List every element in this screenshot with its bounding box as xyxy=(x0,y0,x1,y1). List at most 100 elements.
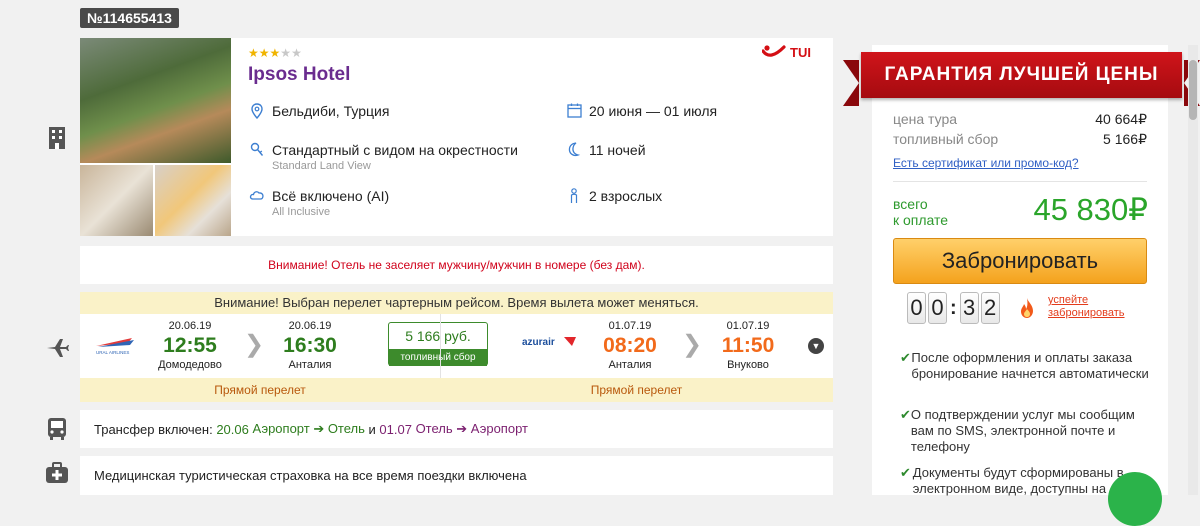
hotel-room-row: Стандартный с видом на окрестности Stand… xyxy=(248,142,518,172)
moon-icon xyxy=(565,142,583,160)
tour-nights: 11 ночей xyxy=(589,142,646,158)
chevron-right-icon: ❯ xyxy=(682,331,703,358)
outbound-dep-time: 12:55 xyxy=(163,334,217,357)
booking-note: ✔ О подтверждении услуг мы сообщим вам п… xyxy=(900,407,1150,455)
transfer-separator: и xyxy=(364,421,380,437)
best-price-ribbon: ГАРАНТИЯ ЛУЧШЕЙ ЦЕНЫ xyxy=(843,52,1200,106)
booking-note: ✔ После оформления и оплаты заказа брони… xyxy=(900,350,1150,382)
total-label-line-1: всего xyxy=(893,196,928,212)
calendar-icon xyxy=(565,103,583,121)
inbound-arr-date: 01.07.19 xyxy=(726,320,770,332)
charter-warning-banner: Внимание! Выбран перелет чартерным рейсо… xyxy=(80,292,833,314)
tour-nights-row: 11 ночей xyxy=(565,142,646,160)
tour-price-label: цена тура xyxy=(893,111,958,127)
hotel-location: Бельдиби, Турция xyxy=(272,103,390,119)
hotel-meal-row: Всё включено (AI) All Inclusive xyxy=(248,188,389,218)
scrollbar-thumb[interactable] xyxy=(1189,60,1197,120)
price-divider xyxy=(893,181,1147,182)
fuel-surcharge-price: 5 166 руб. xyxy=(405,328,471,344)
transfer-info: Трансфер включен: 20.06 Аэропорт ➔ Отель… xyxy=(80,410,833,448)
tour-price-value: 40 664₽ xyxy=(1095,111,1147,127)
tui-smile-icon xyxy=(762,45,786,57)
cloud-icon xyxy=(248,188,266,205)
transfer-in-date: 01.07 xyxy=(379,421,412,437)
airplane-icon xyxy=(42,332,72,362)
hotel-warning: Внимание! Отель не заселяет мужчину/мужч… xyxy=(80,246,833,284)
booking-note-text: О подтверждении услуг мы сообщим вам по … xyxy=(910,407,1135,454)
flight-options-dropdown-icon[interactable]: ▼ xyxy=(808,338,824,354)
hurry-line-1: успейте xyxy=(1048,294,1089,306)
check-icon: ✔ xyxy=(900,350,911,365)
outbound-dep-date: 20.06.19 xyxy=(168,320,212,332)
hurry-line-2: забронировать xyxy=(1048,307,1125,319)
hotel-meal-en: All Inclusive xyxy=(272,206,331,218)
hotel-room: Стандартный с видом на окрестности xyxy=(272,142,518,158)
transfer-out-route: Аэропорт ➔ Отель xyxy=(248,421,365,436)
outbound-flight-type: Прямой перелет xyxy=(214,383,306,397)
inbound-dep-airport: Анталия xyxy=(608,359,652,371)
fuel-surcharge-label: топливный сбор xyxy=(389,349,487,366)
fuel-fee-value: 5 166₽ xyxy=(1103,131,1147,147)
hurry-book-link[interactable]: успейте забронировать xyxy=(1048,294,1125,320)
inbound-flight-type: Прямой перелет xyxy=(590,383,683,397)
hotel-photo-room-1[interactable] xyxy=(80,165,153,236)
hotel-photo-main[interactable] xyxy=(80,38,231,163)
total-label: всего к оплате xyxy=(893,196,948,228)
flight-divider xyxy=(440,314,441,378)
star-filled-icon: ★ xyxy=(269,46,281,60)
flight-type-row: Прямой перелет Прямой перелет xyxy=(80,378,833,402)
ural-airlines-logo: URAL AIRLINES xyxy=(88,334,143,356)
tour-guests-row: 2 взрослых xyxy=(565,188,662,207)
key-icon xyxy=(248,142,266,161)
fuel-surcharge-box: 5 166 руб. топливный сбор xyxy=(388,322,488,366)
inbound-dep-date: 01.07.19 xyxy=(608,320,652,332)
best-price-ribbon-text: ГАРАНТИЯ ЛУЧШЕЙ ЦЕНЫ xyxy=(861,52,1182,98)
outbound-arr-time: 16:30 xyxy=(283,334,337,357)
airline-logo-text: azurair xyxy=(522,337,555,348)
check-icon: ✔ xyxy=(900,465,911,480)
star-filled-icon: ★ xyxy=(258,46,270,60)
inbound-arr-airport: Внуково xyxy=(727,359,769,371)
outbound-arr-date: 20.06.19 xyxy=(288,320,332,332)
chat-widget-icon[interactable] xyxy=(1108,472,1162,526)
fuel-fee-label: топливный сбор xyxy=(893,131,999,147)
azurair-logo: azurair xyxy=(520,334,580,350)
tour-guests: 2 взрослых xyxy=(589,188,663,204)
order-number-badge: №114655413 xyxy=(80,8,179,28)
fire-icon xyxy=(1018,297,1036,325)
timer-digit: 3 xyxy=(959,292,979,324)
booking-note-text: После оформления и оплаты заказа брониро… xyxy=(911,350,1149,381)
person-icon xyxy=(565,188,583,207)
bus-icon xyxy=(42,414,72,444)
timer-digit: 2 xyxy=(980,292,1000,324)
book-button[interactable]: Забронировать xyxy=(893,238,1147,284)
hotel-name-link[interactable]: Ipsos Hotel xyxy=(248,64,350,86)
star-empty-icon: ★ xyxy=(291,46,302,60)
promo-code-link[interactable]: Есть сертификат или промо-код? xyxy=(893,156,1079,170)
medical-kit-icon xyxy=(42,458,72,488)
outbound-arr-airport: Анталия xyxy=(288,359,332,371)
countdown-timer: 0 0 : 3 2 xyxy=(907,292,1000,324)
operator-logo: TUI xyxy=(762,44,811,60)
transfer-in-route: Отель ➔ Аэропорт xyxy=(411,421,528,436)
hotel-photo-room-2[interactable] xyxy=(155,165,231,236)
timer-digit: 0 xyxy=(928,292,947,324)
star-filled-icon: ★ xyxy=(248,46,259,60)
insurance-info: Медицинская туристическая страховка на в… xyxy=(80,456,833,495)
hotel-meal: Всё включено (AI) xyxy=(272,188,390,204)
timer-colon: : xyxy=(950,296,957,319)
hotel-location-row: Бельдиби, Турция xyxy=(248,103,389,122)
hotel-stars: ★★★★★ xyxy=(248,46,302,60)
operator-name: TUI xyxy=(790,44,811,60)
outbound-dep-airport: Домодедово xyxy=(158,359,222,371)
tour-dates: 20 июня — 01 июля xyxy=(589,103,718,119)
flight-card: Внимание! Выбран перелет чартерным рейсо… xyxy=(80,292,833,402)
star-empty-icon: ★ xyxy=(280,46,292,60)
transfer-prefix: Трансфер включен: xyxy=(94,421,217,437)
timer-digit: 0 xyxy=(907,292,926,324)
chevron-right-icon: ❯ xyxy=(244,331,265,358)
tour-dates-row: 20 июня — 01 июля xyxy=(565,103,717,121)
total-price: 45 830₽ xyxy=(1033,192,1148,227)
total-label-line-2: к оплате xyxy=(893,212,949,228)
inbound-dep-time: 08:20 xyxy=(603,334,657,357)
